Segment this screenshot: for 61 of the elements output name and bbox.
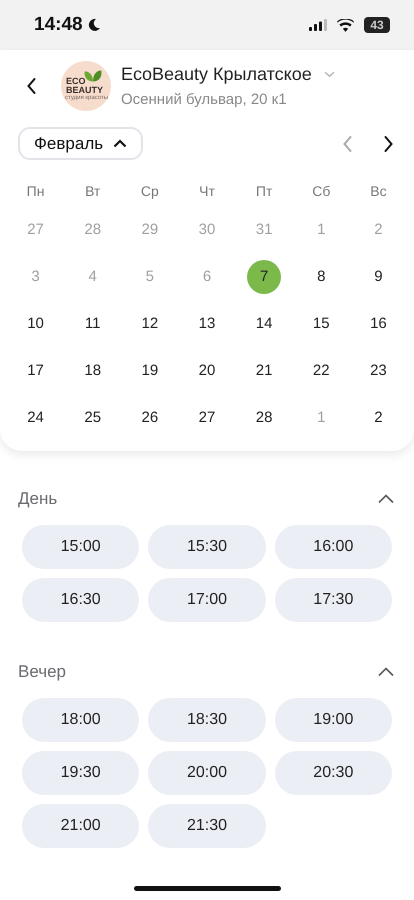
time-slot[interactable]: 21:00 — [22, 804, 140, 848]
time-slot[interactable]: 15:30 — [148, 525, 266, 569]
calendar-day[interactable]: 14 — [247, 306, 282, 340]
weekday-label: Ср — [140, 182, 159, 201]
calendar-day[interactable]: 18 — [76, 354, 110, 388]
calendar-day[interactable]: 24 — [18, 400, 53, 434]
moon-icon — [86, 18, 101, 32]
calendar-day[interactable]: 27 — [190, 400, 224, 434]
calendar-day[interactable]: 16 — [361, 306, 396, 340]
time-slot[interactable]: 21:30 — [148, 804, 266, 848]
calendar-day[interactable]: 10 — [18, 306, 53, 340]
next-month-icon[interactable] — [383, 134, 394, 152]
calendar-day[interactable]: 13 — [190, 306, 224, 340]
calendar-day[interactable]: 7 — [247, 260, 282, 294]
signal-icon — [309, 19, 327, 31]
weekday-label: Пт — [256, 182, 272, 201]
calendar-day[interactable]: 22 — [304, 354, 338, 388]
calendar-day[interactable]: 21 — [247, 354, 282, 388]
calendar-day[interactable]: 17 — [18, 354, 53, 388]
calendar-day[interactable]: 26 — [132, 400, 167, 434]
time-slot[interactable]: 19:00 — [274, 698, 392, 742]
time-slot[interactable]: 19:30 — [22, 751, 140, 795]
weekday-label: Вт — [85, 182, 100, 201]
calendar-day[interactable]: 9 — [361, 260, 396, 294]
calendar-day[interactable]: 20 — [190, 354, 224, 388]
wifi-icon — [337, 18, 354, 32]
salon-address: Осенний бульвар, 20 к1 — [121, 91, 288, 108]
calendar-day[interactable]: 28 — [247, 400, 282, 434]
section-title: День — [18, 489, 58, 509]
calendar-day[interactable]: 8 — [304, 260, 338, 294]
time-slot[interactable]: 16:00 — [274, 525, 392, 569]
logo-word: ECO — [66, 76, 86, 86]
time-slot[interactable]: 17:00 — [148, 578, 266, 622]
month-dropdown[interactable]: Февраль — [18, 127, 144, 160]
time-slot[interactable]: 16:30 — [22, 578, 140, 622]
logo-word: BEAUTY — [66, 86, 104, 94]
calendar-day[interactable]: 12 — [132, 306, 167, 340]
time-slot[interactable]: 20:00 — [148, 751, 266, 795]
time-slot[interactable]: 20:30 — [274, 751, 392, 795]
weekday-label: Пн — [26, 182, 44, 201]
calendar-day[interactable]: 23 — [361, 354, 396, 388]
caret-icon — [113, 139, 128, 148]
status-time: 14:48 — [34, 14, 83, 36]
calendar-day[interactable]: 11 — [76, 306, 110, 340]
time-slot[interactable]: 18:30 — [148, 698, 266, 742]
collapse-icon[interactable] — [378, 667, 394, 677]
time-slot[interactable]: 15:00 — [22, 525, 140, 569]
calendar-day[interactable]: 2 — [361, 400, 396, 434]
calendar-day[interactable]: 25 — [76, 400, 110, 434]
battery-indicator: 43 — [364, 17, 390, 33]
time-slot[interactable]: 18:00 — [22, 698, 140, 742]
calendar-day[interactable]: 19 — [132, 354, 167, 388]
salon-name[interactable]: EcoBeauty Крылатское — [121, 64, 312, 85]
weekday-label: Чт — [199, 182, 215, 201]
weekday-label: Вс — [370, 182, 387, 201]
time-slot[interactable]: 17:30 — [274, 578, 392, 622]
section-title: Вечер — [18, 662, 66, 682]
calendar-day[interactable]: 15 — [304, 306, 338, 340]
weekday-label: Сб — [312, 182, 330, 201]
back-icon[interactable] — [26, 77, 37, 95]
collapse-icon[interactable] — [378, 494, 394, 504]
